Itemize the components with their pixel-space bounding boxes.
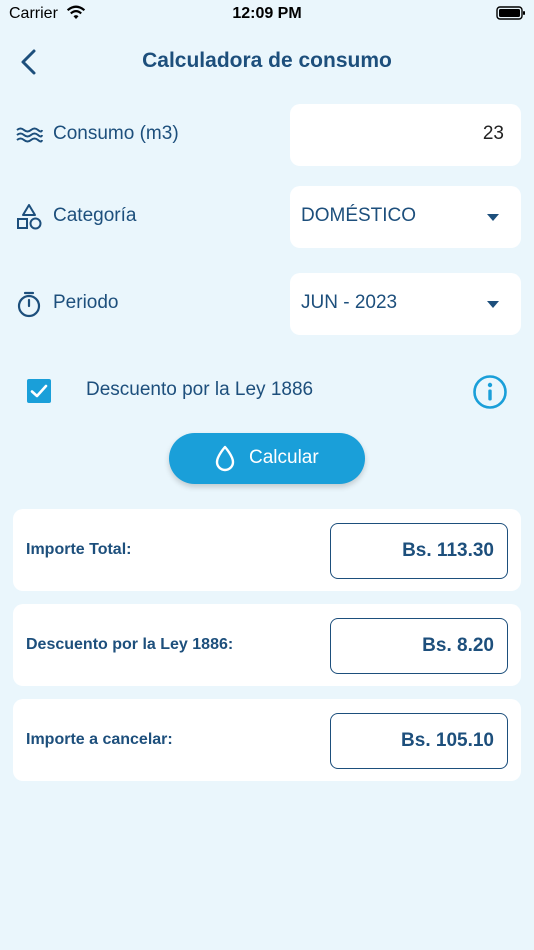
importe-total-box: Bs. 113.30: [330, 523, 508, 579]
importe-cancelar-label: Importe a cancelar:: [26, 731, 173, 748]
battery-icon: [496, 5, 526, 26]
info-icon: [473, 375, 507, 409]
discount-label: Descuento por la Ley 1886: [86, 379, 314, 400]
importe-total-value: Bs. 113.30: [402, 540, 494, 561]
categoria-row: Categoría DOMÉSTICO: [0, 186, 534, 248]
calcular-button[interactable]: Calcular: [169, 433, 365, 484]
importe-total-card: Importe Total: Bs. 113.30: [13, 509, 521, 591]
categoria-value: DOMÉSTICO: [301, 205, 417, 226]
consumo-input[interactable]: 23: [290, 104, 521, 166]
categoria-label: Categoría: [53, 205, 137, 226]
descuento-value: Bs. 8.20: [422, 635, 494, 656]
periodo-label: Periodo: [53, 292, 119, 313]
consumo-label: Consumo (m3): [53, 123, 179, 144]
periodo-row: Periodo JUN - 2023: [0, 273, 534, 335]
descuento-card: Descuento por la Ley 1886: Bs. 8.20: [13, 604, 521, 686]
descuento-box: Bs. 8.20: [330, 618, 508, 674]
caret-down-icon: [487, 214, 499, 221]
status-bar: Carrier 12:09 PM: [0, 0, 534, 28]
consumo-row: Consumo (m3) 23: [0, 104, 534, 166]
checkmark-icon: [30, 384, 48, 398]
calcular-label: Calcular: [249, 447, 319, 468]
importe-cancelar-card: Importe a cancelar: Bs. 105.10: [13, 699, 521, 781]
caret-down-icon: [487, 301, 499, 308]
descuento-label: Descuento por la Ley 1886:: [26, 636, 234, 653]
info-button[interactable]: [472, 374, 508, 410]
importe-cancelar-value: Bs. 105.10: [401, 730, 494, 751]
nav-bar: Calculadora de consumo: [0, 40, 534, 84]
categoria-select[interactable]: DOMÉSTICO: [290, 186, 521, 248]
water-waves-icon: [15, 121, 43, 149]
page-title: Calculadora de consumo: [142, 49, 392, 72]
shapes-icon: [15, 203, 43, 231]
periodo-value: JUN - 2023: [301, 292, 398, 313]
importe-total-label: Importe Total:: [26, 541, 132, 558]
discount-checkbox[interactable]: [27, 379, 51, 403]
discount-row: Descuento por la Ley 1886: [0, 368, 534, 412]
periodo-select[interactable]: JUN - 2023: [290, 273, 521, 335]
timer-icon: [15, 290, 43, 318]
consumo-value: 23: [482, 123, 504, 144]
water-drop-icon: [215, 445, 235, 472]
importe-cancelar-box: Bs. 105.10: [330, 713, 508, 769]
clock-time: 12:09 PM: [232, 5, 302, 22]
